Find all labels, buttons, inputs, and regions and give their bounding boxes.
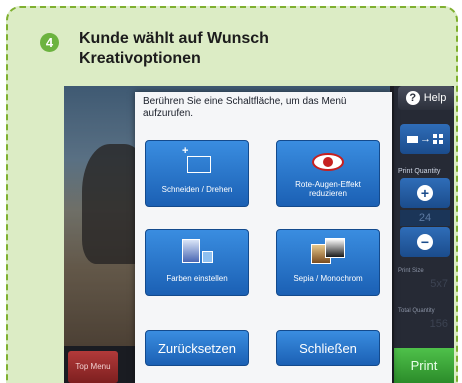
- print-quantity-label: Print Quantity: [398, 168, 441, 175]
- print-size-value: 5x7: [430, 278, 448, 290]
- step-number-badge: 4: [40, 33, 59, 52]
- print-button[interactable]: Print: [394, 348, 454, 383]
- step-title: Kunde wählt auf Wunsch Kreativoptionen: [79, 30, 269, 67]
- red-eye-label: Rote-Augen-Effekt reduzieren: [295, 180, 361, 198]
- sepia-mono-button[interactable]: Sepia / Monochrom: [276, 229, 380, 296]
- print-size-label: Print Size: [398, 268, 424, 274]
- question-icon: ?: [405, 91, 420, 105]
- help-button[interactable]: ? Help: [398, 86, 454, 110]
- decrease-quantity-button[interactable]: −: [400, 227, 450, 257]
- help-label: Help: [423, 92, 447, 104]
- layout-grid-icon: →: [407, 133, 443, 145]
- color-adjust-button[interactable]: Farben einstellen: [145, 229, 249, 296]
- reset-button[interactable]: Zurücksetzen: [145, 330, 249, 366]
- red-eye-icon: [312, 153, 344, 171]
- crop-rotate-button[interactable]: + Schneiden / Drehen: [145, 140, 249, 207]
- sepia-icon: [311, 238, 345, 264]
- color-adjust-label: Farben einstellen: [166, 274, 228, 283]
- creative-options-dialog: Berühren Sie eine Schaltfläche, um das M…: [135, 92, 392, 383]
- color-adjust-icon: [181, 239, 213, 263]
- minus-icon: −: [417, 234, 433, 250]
- kiosk-sidebar: ? Help → Print Quantity + 24 − Print Siz…: [394, 86, 454, 383]
- red-eye-button[interactable]: Rote-Augen-Effekt reduzieren: [276, 140, 380, 207]
- sepia-mono-label: Sepia / Monochrom: [293, 274, 363, 283]
- crop-icon: +: [182, 146, 211, 173]
- plus-icon: +: [417, 185, 433, 201]
- top-menu-button[interactable]: Top Menu: [68, 351, 118, 383]
- total-quantity-value: 156: [429, 318, 448, 330]
- quantity-value: 24: [400, 210, 450, 226]
- layout-button[interactable]: →: [400, 124, 450, 154]
- crop-rotate-label: Schneiden / Drehen: [161, 185, 233, 194]
- total-quantity-label: Total Quantity: [398, 308, 435, 314]
- dialog-message: Berühren Sie eine Schaltfläche, um das M…: [143, 96, 347, 119]
- close-button[interactable]: Schließen: [276, 330, 380, 366]
- increase-quantity-button[interactable]: +: [400, 178, 450, 208]
